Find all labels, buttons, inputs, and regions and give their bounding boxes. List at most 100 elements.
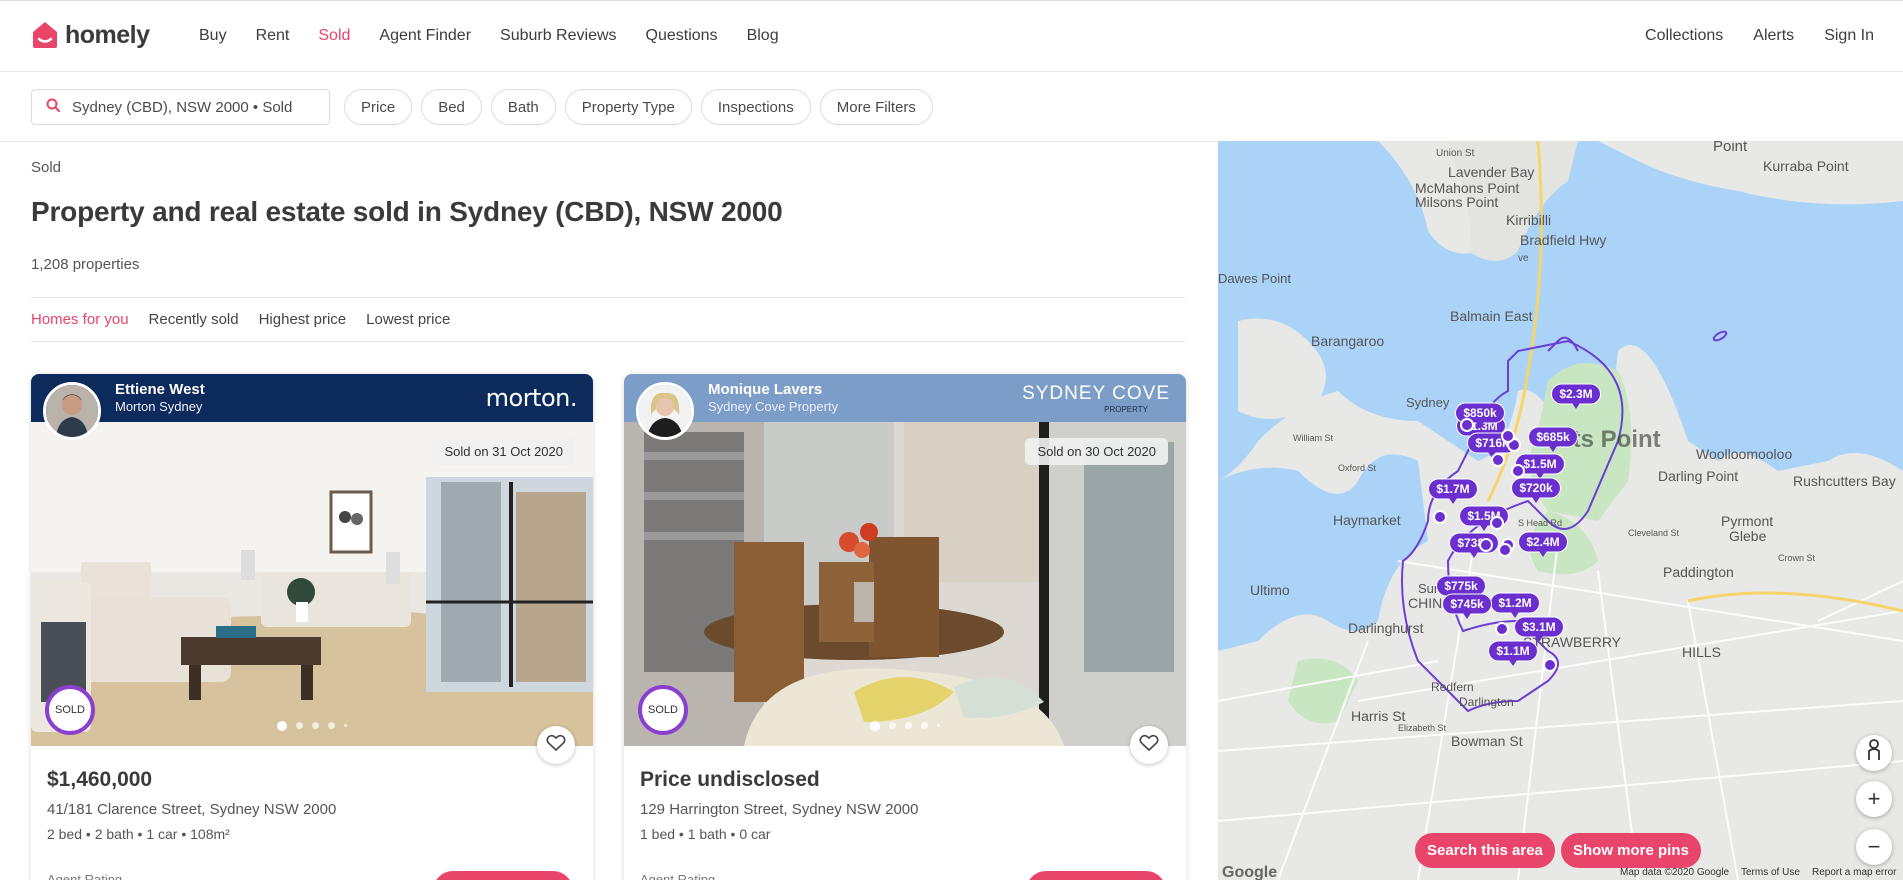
google-watermark: Google: [1222, 864, 1277, 880]
map-label: Crown St: [1778, 553, 1816, 563]
cluster-dot[interactable]: [1498, 543, 1512, 557]
map-label: Darling Point: [1658, 468, 1738, 484]
filter-inspections-button[interactable]: Inspections: [700, 89, 811, 125]
zoom-out-button[interactable]: −: [1856, 829, 1892, 865]
heart-icon: [546, 734, 566, 757]
contact-agent-button[interactable]: [1026, 871, 1166, 880]
nav-link-questions[interactable]: Questions: [646, 27, 718, 45]
cluster-dot[interactable]: [1543, 658, 1557, 672]
nav-link-collections[interactable]: Collections: [1645, 27, 1723, 45]
cluster-dot[interactable]: [1433, 510, 1447, 524]
photo-carousel-dots[interactable]: [624, 721, 1186, 731]
save-heart-button[interactable]: [1130, 726, 1168, 764]
photo-carousel-dots[interactable]: [31, 721, 593, 731]
filter-more-filters-button[interactable]: More Filters: [819, 89, 933, 125]
location-search-input[interactable]: Sydney (CBD), NSW 2000 • Sold: [31, 89, 330, 125]
map-label: Balmain East: [1450, 308, 1533, 324]
agent-avatar[interactable]: [636, 382, 694, 440]
report-map-error-link[interactable]: Report a map error: [1812, 867, 1896, 878]
map-label: William St: [1293, 433, 1333, 443]
sort-tab-lowest-price[interactable]: Lowest price: [366, 311, 450, 328]
nav-link-suburb-reviews[interactable]: Suburb Reviews: [500, 27, 617, 45]
agent-name[interactable]: Ettiene West: [115, 381, 205, 398]
homely-logo[interactable]: homely: [31, 20, 150, 50]
map-label: Barangaroo: [1311, 333, 1384, 349]
map-canvas[interactable]: Union St PointKurraba PointLavender BayMc…: [1218, 141, 1903, 880]
sort-tab-homes-for-you[interactable]: Homes for you: [31, 311, 129, 328]
save-heart-button[interactable]: [537, 726, 575, 764]
listing-address[interactable]: 41/181 Clarence Street, Sydney NSW 2000: [47, 801, 336, 818]
map-label: Oxford St: [1338, 463, 1377, 473]
show-more-pins-button[interactable]: Show more pins: [1561, 833, 1701, 868]
agent-name[interactable]: Monique Lavers: [708, 381, 822, 398]
cluster-dot[interactable]: [1511, 464, 1525, 478]
map-label: ve: [1518, 253, 1529, 264]
filter-bath-button[interactable]: Bath: [490, 89, 556, 125]
listing-card[interactable]: Monique Lavers Sydney Cove Property SYDN…: [624, 374, 1186, 880]
listing-features: 2 bed • 2 bath • 1 car • 108m²: [47, 826, 230, 842]
map-label: Milsons Point: [1415, 194, 1498, 210]
street-view-button[interactable]: [1856, 735, 1892, 771]
svg-text:$745k: $745k: [1450, 597, 1484, 611]
sort-tab-recently-sold[interactable]: Recently sold: [149, 311, 239, 328]
agency-name: Morton Sydney: [115, 399, 203, 414]
results-map[interactable]: Union St Point Kurraba Point Lavender Bay Mc…: [1218, 141, 1903, 880]
listing-photo[interactable]: [31, 422, 593, 746]
filter-property-type-button[interactable]: Property Type: [564, 89, 692, 125]
contact-agent-button[interactable]: [433, 871, 573, 880]
map-label: Redfern: [1431, 680, 1474, 694]
cluster-dot[interactable]: [1495, 622, 1509, 636]
breadcrumb[interactable]: Sold: [31, 159, 61, 176]
main-nav: Buy Rent Sold Agent Finder Suburb Reviews Que…: [199, 27, 779, 45]
map-label: HILLS: [1682, 644, 1721, 660]
agent-banner: Monique Lavers Sydney Cove Property SYDN…: [624, 374, 1186, 422]
listing-photo[interactable]: [624, 422, 1186, 746]
search-this-area-button[interactable]: Search this area: [1415, 833, 1555, 868]
map-label: Elizabeth St: [1398, 723, 1447, 733]
nav-link-blog[interactable]: Blog: [747, 27, 779, 45]
svg-text:$3.1M: $3.1M: [1522, 620, 1555, 634]
cluster-dot[interactable]: [1501, 429, 1515, 443]
agent-avatar[interactable]: [43, 382, 101, 440]
listing-address[interactable]: 129 Harrington Street, Sydney NSW 2000: [640, 801, 918, 818]
nav-link-alerts[interactable]: Alerts: [1753, 27, 1794, 45]
map-label: Bradfield Hwy: [1520, 232, 1606, 248]
cluster-dot[interactable]: [1491, 453, 1505, 467]
results-column: Sold Property and real estate sold in Sy…: [31, 142, 1186, 880]
map-label: Sydney: [1406, 395, 1450, 410]
listing-card[interactable]: Ettiene West Morton Sydney morton. Sold …: [31, 374, 593, 880]
map-data-attribution: Map data ©2020 Google: [1620, 867, 1730, 878]
agent-rating-label: Agent Rating: [640, 872, 716, 880]
agent-banner: Ettiene West Morton Sydney morton.: [31, 374, 593, 422]
cluster-dot[interactable]: [1479, 538, 1493, 552]
result-count: 1,208 properties: [31, 256, 140, 273]
heart-icon: [1139, 734, 1159, 757]
cluster-dot[interactable]: [1490, 516, 1504, 530]
sort-tab-highest-price[interactable]: Highest price: [259, 311, 347, 328]
terms-link[interactable]: Terms of Use: [1741, 867, 1800, 878]
nav-link-sold[interactable]: Sold: [318, 27, 350, 45]
sold-date-badge: Sold on 31 Oct 2020: [432, 438, 575, 465]
svg-text:$850k: $850k: [1463, 406, 1497, 420]
map-label: Darlinghurst: [1348, 620, 1424, 636]
top-nav: homely Buy Rent Sold Agent Finder Suburb Rev…: [0, 0, 1903, 72]
map-label: Haymarket: [1333, 512, 1401, 528]
filter-pills: Price Bed Bath Property Type Inspections More…: [344, 89, 933, 125]
sort-tabs: Homes for you Recently sold Highest price L…: [31, 297, 1185, 342]
cluster-dot[interactable]: [1460, 418, 1474, 432]
filter-price-button[interactable]: Price: [344, 89, 413, 125]
map-label: Lavender Bay: [1448, 164, 1534, 180]
agency-logo-sub: PROPERTY: [1104, 405, 1148, 414]
map-label: Kirribilli: [1506, 212, 1551, 228]
zoom-in-button[interactable]: +: [1856, 781, 1892, 817]
nav-link-rent[interactable]: Rent: [256, 27, 290, 45]
brand-name: homely: [65, 20, 150, 49]
nav-link-buy[interactable]: Buy: [199, 27, 227, 45]
nav-link-agent-finder[interactable]: Agent Finder: [379, 27, 471, 45]
search-value: Sydney (CBD), NSW 2000 • Sold: [72, 98, 293, 116]
filter-bed-button[interactable]: Bed: [421, 89, 482, 125]
nav-link-sign-in[interactable]: Sign In: [1824, 27, 1874, 45]
map-label: Ultimo: [1250, 582, 1290, 598]
map-label: Woolloomooloo: [1696, 446, 1792, 462]
filter-bar: Sydney (CBD), NSW 2000 • Sold Price Bed Ba…: [0, 72, 1903, 142]
